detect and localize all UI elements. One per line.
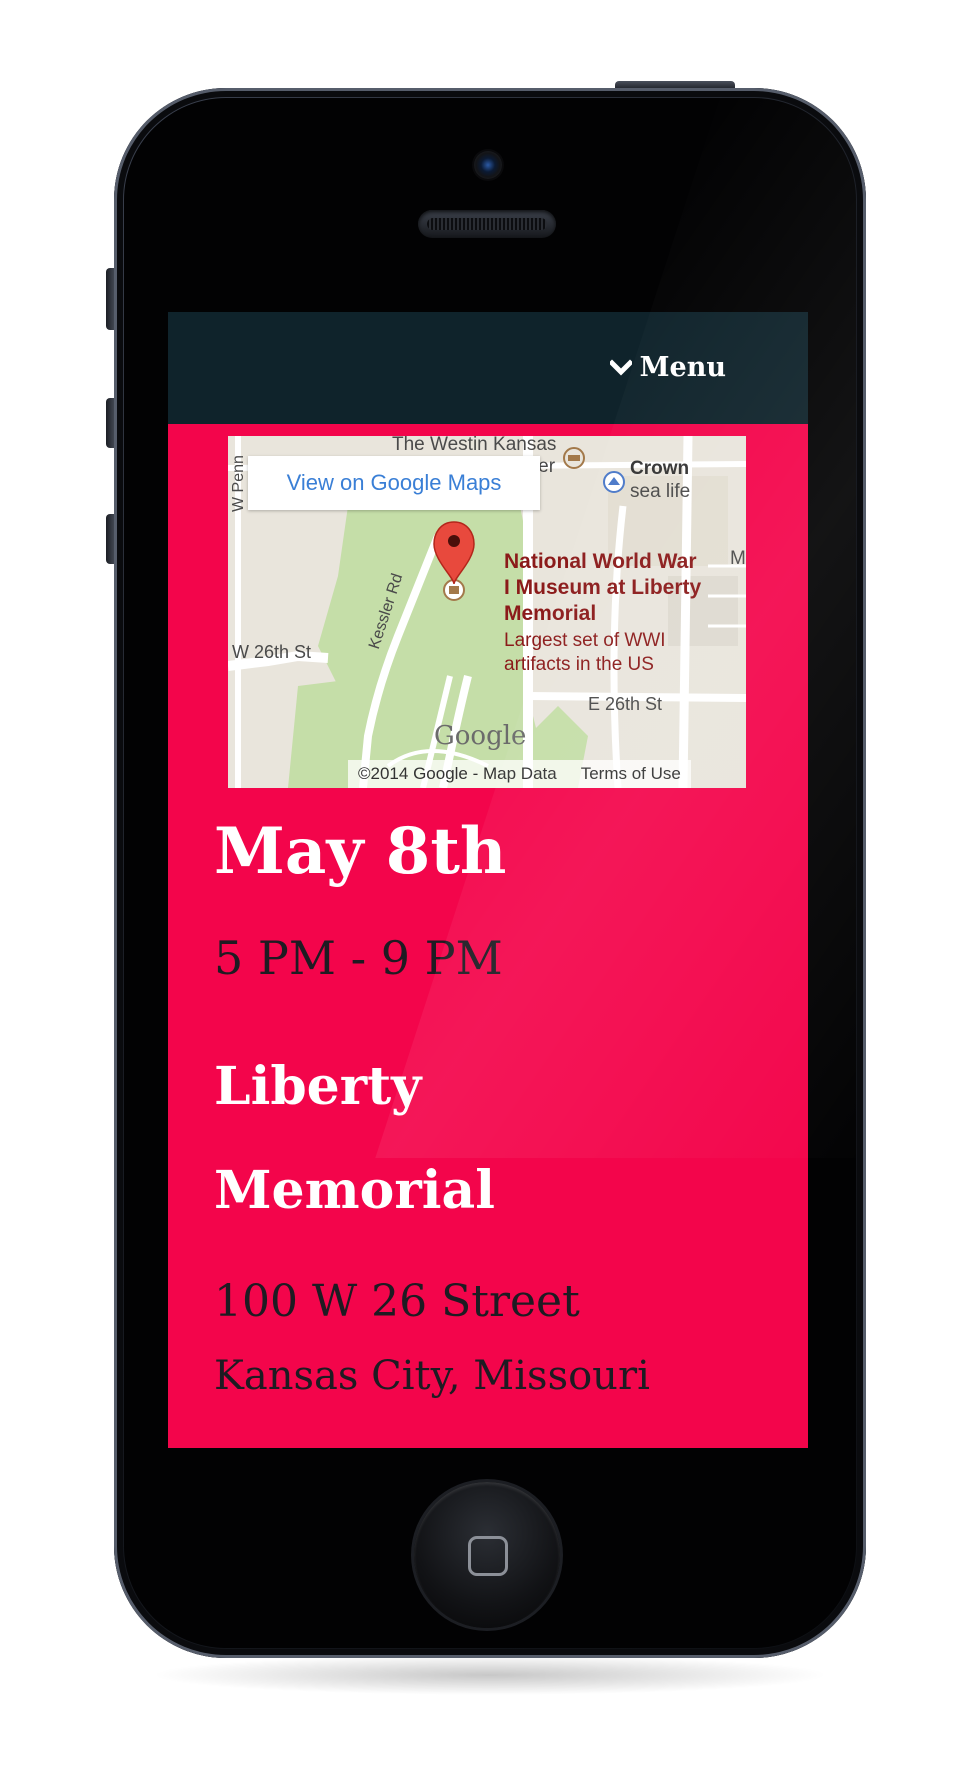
- map-attribution-bar: ©2014 Google - Map Data Terms of Use: [348, 760, 691, 788]
- home-square-icon: [468, 1536, 508, 1576]
- map-copyright: ©2014 Google - Map Data: [358, 764, 557, 783]
- map-label-sea-life: sea life: [630, 481, 691, 502]
- earpiece-speaker: [418, 210, 556, 238]
- map-terms-link[interactable]: Terms of Use: [581, 760, 681, 788]
- google-map-embed[interactable]: The Westin Kansas Center Crown sea life …: [228, 436, 746, 788]
- phone-shadow: [150, 1655, 830, 1695]
- address-city: Kansas City, Missouri: [214, 1353, 650, 1399]
- home-button[interactable]: [414, 1482, 560, 1628]
- chevron-down-icon: [608, 353, 634, 376]
- map-label-w-26th: W 26th St: [232, 642, 312, 662]
- phone-mockup-stage: Menu The Westin Kansas Crown sea life M …: [0, 0, 980, 1778]
- map-label-westin: The Westin Kansas: [392, 436, 557, 455]
- venue-name-line1: Liberty: [214, 1056, 422, 1117]
- view-on-google-maps-button[interactable]: View on Google Maps: [248, 456, 540, 510]
- top-navbar: Menu: [168, 312, 808, 424]
- map-place-description: Largest set of WWI artifacts in the US: [504, 630, 666, 675]
- address-street: 100 W 26 Street: [214, 1276, 580, 1327]
- event-date: May 8th: [214, 814, 507, 889]
- phone-screen: Menu The Westin Kansas Crown sea life M …: [168, 312, 808, 1448]
- event-time: 5 PM - 9 PM: [214, 931, 503, 985]
- menu-button[interactable]: Menu: [608, 350, 726, 386]
- map-place-name[interactable]: National World War I Museum at Liberty M…: [504, 549, 704, 627]
- venue-name-line2: Memorial: [214, 1160, 495, 1221]
- map-label-crown: Crown: [630, 458, 690, 479]
- menu-label: Menu: [639, 352, 726, 383]
- google-logo: Google: [434, 721, 527, 751]
- map-label-w-penn: W Penn: [230, 455, 247, 512]
- front-camera: [474, 151, 502, 179]
- map-label-m-edge: M: [730, 548, 746, 569]
- map-label-e-26th: E 26th St: [588, 694, 663, 714]
